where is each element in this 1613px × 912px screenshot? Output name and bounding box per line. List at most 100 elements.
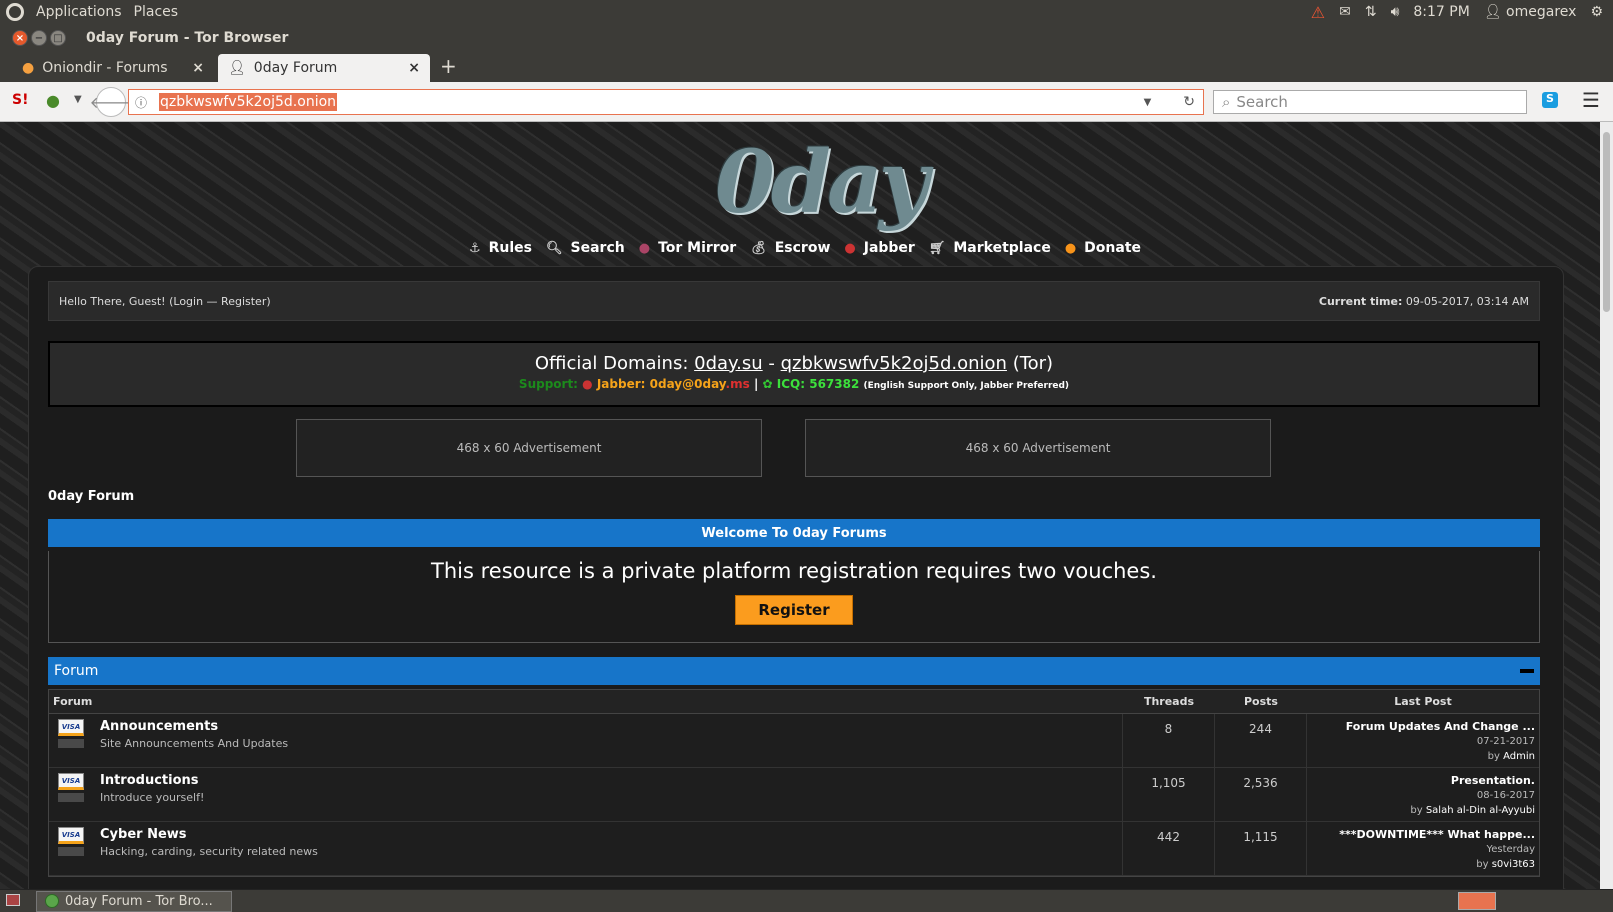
last-post-title[interactable]: ***DOWNTIME*** What happe... xyxy=(1311,827,1535,842)
show-desktop-icon[interactable] xyxy=(6,894,20,906)
icq-label: ICQ: 567382 xyxy=(776,377,860,391)
taskbar: 0day Forum - Tor Bro... xyxy=(0,889,1613,912)
hamburger-menu-icon[interactable]: ☰ xyxy=(1582,88,1600,112)
window-close-button[interactable]: × xyxy=(12,30,28,46)
domains-separator: - xyxy=(768,353,775,374)
forum-description: Hacking, carding, security related news xyxy=(100,845,318,858)
table-row: VISA Cyber News Hacking, carding, securi… xyxy=(49,822,1539,876)
url-bar[interactable]: ⓘ qzbkwswfv5k2oj5d.onion ▼ ↻ xyxy=(128,89,1204,115)
collapse-icon[interactable] xyxy=(1520,669,1534,673)
tab-close-icon[interactable]: × xyxy=(408,60,420,76)
post-count: 2,536 xyxy=(1215,768,1307,821)
page-scrollbar[interactable] xyxy=(1600,122,1613,889)
forum-cell: VISA Introductions Introduce yourself! xyxy=(49,768,1123,821)
last-post-cell: Forum Updates And Change ... 07-21-2017 … xyxy=(1307,714,1539,767)
noscript-icon[interactable]: S! xyxy=(12,92,28,108)
forum-name-announcements[interactable]: Announcements xyxy=(100,719,288,734)
welcome-header: Welcome To 0day Forums xyxy=(48,519,1540,547)
new-tab-button[interactable]: + xyxy=(430,54,467,82)
nav-escrow[interactable]: 💰︎ Escrow xyxy=(750,240,830,256)
site-logo[interactable]: 0day xyxy=(715,132,929,233)
forum-name-introductions[interactable]: Introductions xyxy=(100,773,204,788)
domain-link-onion[interactable]: qzbkwswfv5k2oj5d.onion xyxy=(781,353,1007,374)
applications-menu[interactable]: Applications xyxy=(36,4,122,20)
skype-icon[interactable]: S xyxy=(1542,92,1558,108)
breadcrumb[interactable]: 0day Forum xyxy=(48,489,134,504)
col-posts: Posts xyxy=(1244,695,1278,708)
last-post-user[interactable]: Salah al-Din al-Ayyubi xyxy=(1426,805,1535,816)
forum-card-icon: VISA xyxy=(58,773,86,803)
search-input[interactable]: ⌕ Search xyxy=(1213,90,1527,114)
money-bag-icon: 💰︎ xyxy=(750,240,767,256)
search-placeholder: Search xyxy=(1236,93,1288,111)
current-time: Current time: 09-05-2017, 03:14 AM xyxy=(1319,295,1529,308)
gear-icon[interactable]: ⚙ xyxy=(1590,4,1603,20)
table-row: VISA Introductions Introduce yourself! 1… xyxy=(49,768,1539,822)
nav-donate[interactable]: ● Donate xyxy=(1065,240,1141,256)
url-dropdown-icon[interactable]: ▼ xyxy=(1144,97,1152,108)
table-row: VISA Announcements Site Announcements An… xyxy=(49,714,1539,768)
globe-icon xyxy=(45,894,59,908)
forum-table: Forum Threads Posts Last Post VISA Annou… xyxy=(48,689,1540,877)
warning-icon[interactable]: ⚠ xyxy=(1311,3,1325,22)
nav-tor-mirror[interactable]: ● Tor Mirror xyxy=(639,240,737,256)
cart-icon: 🛒︎ xyxy=(928,240,946,256)
jabber-tld: .ms xyxy=(725,377,750,391)
last-post-date: 08-16-2017 xyxy=(1476,790,1535,801)
ubuntu-logo-icon[interactable] xyxy=(6,3,24,21)
nav-search[interactable]: 🔍︎ Search xyxy=(546,240,625,256)
tor-dropdown-icon[interactable]: ▼ xyxy=(74,94,82,105)
user-menu[interactable]: 👤︎ omegarex xyxy=(1484,4,1577,20)
last-post-user[interactable]: Admin xyxy=(1503,751,1535,762)
window-maximize-button[interactable]: □ xyxy=(50,30,66,46)
current-time-value: 09-05-2017, 03:14 AM xyxy=(1405,294,1529,308)
register-button[interactable]: Register xyxy=(735,595,853,625)
places-menu[interactable]: Places xyxy=(134,4,179,20)
nav-rules[interactable]: ⚓ Rules xyxy=(469,240,532,256)
search-icon: ⌕ xyxy=(1222,93,1231,111)
tab-0day-forum[interactable]: 👤︎ 0day Forum × xyxy=(218,54,430,82)
forum-cell: VISA Cyber News Hacking, carding, securi… xyxy=(49,822,1123,875)
scrollbar-thumb[interactable] xyxy=(1603,132,1610,312)
advertisement-right[interactable]: 468 x 60 Advertisement xyxy=(805,419,1271,477)
official-domains-box: Official Domains: 0day.su - qzbkwswfv5k2… xyxy=(48,341,1540,407)
taskbar-item-label: 0day Forum - Tor Bro... xyxy=(65,893,213,909)
site-info-icon[interactable]: ⓘ xyxy=(135,94,147,111)
back-button[interactable]: 🡐 xyxy=(90,87,132,117)
nav-marketplace[interactable]: 🛒︎ Marketplace xyxy=(929,240,1051,256)
tor-button-icon[interactable]: ● xyxy=(46,91,60,110)
thread-count: 8 xyxy=(1123,714,1215,767)
user-name: omegarex xyxy=(1506,4,1577,20)
clock[interactable]: 8:17 PM xyxy=(1413,4,1469,20)
last-post-user[interactable]: s0vi3t63 xyxy=(1492,859,1535,870)
table-header: Forum Threads Posts Last Post xyxy=(49,690,1539,714)
nav-label: Escrow xyxy=(774,240,831,256)
guest-greeting[interactable]: Hello There, Guest! (Login — Register) xyxy=(59,295,271,308)
forum-name-cyber-news[interactable]: Cyber News xyxy=(100,827,318,842)
last-post-by: by xyxy=(1476,859,1489,870)
page-content: 0day ⚓ Rules 🔍︎ Search ● Tor Mirror 💰︎ Escro… xyxy=(0,122,1600,889)
col-forum: Forum xyxy=(53,695,93,708)
spy-favicon-icon: 👤︎ xyxy=(228,60,246,76)
volume-icon[interactable]: 🔊︎ xyxy=(1391,4,1400,20)
support-label: Support: xyxy=(518,377,578,391)
network-icon[interactable]: ⇅ xyxy=(1365,4,1377,20)
advertisement-left[interactable]: 468 x 60 Advertisement xyxy=(296,419,762,477)
nav-label: Tor Mirror xyxy=(658,240,737,256)
window-minimize-button[interactable]: − xyxy=(31,30,47,46)
domains-prefix: Official Domains: xyxy=(534,353,689,374)
nav-jabber[interactable]: ● Jabber xyxy=(844,240,914,256)
workspace-switcher-icon[interactable] xyxy=(1458,892,1496,910)
mail-icon[interactable]: ✉ xyxy=(1339,4,1351,20)
taskbar-item-tor-browser[interactable]: 0day Forum - Tor Bro... xyxy=(36,890,232,912)
last-post-by: by xyxy=(1487,751,1500,762)
domain-link-0day-su[interactable]: 0day.su xyxy=(694,353,763,374)
nav-label: Jabber xyxy=(863,240,915,256)
last-post-title[interactable]: Presentation. xyxy=(1311,773,1535,788)
anchor-icon: ⚓ xyxy=(468,240,481,256)
reload-icon[interactable]: ↻ xyxy=(1183,94,1195,110)
tab-close-icon[interactable]: × xyxy=(192,60,204,76)
last-post-title[interactable]: Forum Updates And Change ... xyxy=(1311,719,1535,734)
last-post-date: Yesterday xyxy=(1486,844,1535,855)
tab-oniondir[interactable]: ● Oniondir - Forums × xyxy=(12,54,214,82)
